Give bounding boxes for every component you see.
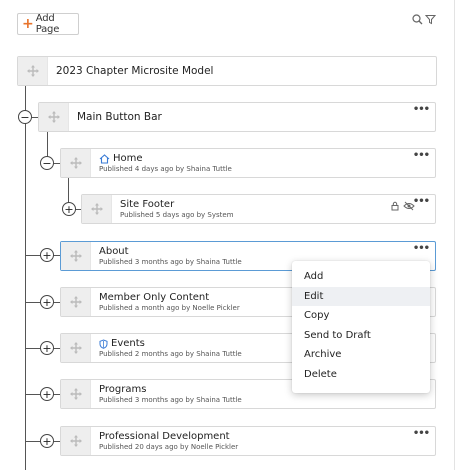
toolbar-icons [412, 14, 436, 25]
expand-toggle-profdev[interactable]: + [40, 434, 54, 448]
expand-toggle-footer[interactable]: + [62, 202, 76, 216]
plus-icon: + [22, 16, 34, 32]
home-icon [99, 153, 110, 164]
panel-divider [454, 0, 455, 470]
move-icon [90, 203, 103, 215]
drag-handle[interactable] [61, 334, 91, 362]
menu-item-archive[interactable]: Archive [292, 345, 430, 365]
node-title: About [99, 246, 129, 257]
node-title: Home [113, 153, 143, 164]
menu-item-add[interactable]: Add [292, 267, 430, 287]
move-icon [69, 250, 82, 262]
menu-item-send-to-draft[interactable]: Send to Draft [292, 326, 430, 346]
node-subtitle: Published 3 months ago by Shaina Tuttle [99, 396, 242, 404]
search-icon[interactable] [412, 14, 423, 25]
node-title: Site Footer [120, 199, 175, 210]
collapse-toggle-home[interactable]: − [40, 156, 54, 170]
lock-icon [391, 201, 399, 211]
node-title: Professional Development [99, 431, 230, 442]
expand-toggle-programs[interactable]: + [40, 387, 54, 401]
context-menu: Add Edit Copy Send to Draft Archive Dele… [292, 261, 430, 393]
drag-handle[interactable] [61, 288, 91, 316]
shield-icon [99, 338, 108, 349]
expand-toggle-about[interactable]: + [40, 248, 54, 262]
move-icon [69, 435, 82, 447]
node-subtitle: Published 20 days ago by Noelle Pickler [99, 443, 239, 451]
move-icon [69, 296, 82, 308]
collapse-toggle-main[interactable]: − [18, 110, 32, 124]
move-icon [69, 388, 82, 400]
more-options-icon[interactable]: ••• [413, 151, 430, 161]
menu-item-edit[interactable]: Edit [292, 286, 430, 306]
tree-line-root [25, 86, 26, 470]
expand-toggle-events[interactable]: + [40, 341, 54, 355]
add-page-button[interactable]: + Add Page [17, 13, 79, 35]
drag-handle[interactable] [39, 103, 69, 131]
tree-node-site-footer[interactable]: Site Footer Published 5 days ago by Syst… [81, 194, 436, 224]
add-page-label: Add Page [35, 13, 60, 35]
tree-node-professional-development[interactable]: Professional Development Published 20 da… [60, 426, 436, 456]
expand-toggle-member[interactable]: + [40, 295, 54, 309]
node-subtitle: Published 4 days ago by Shaina Tuttle [99, 165, 232, 173]
more-options-icon[interactable]: ••• [413, 197, 430, 207]
more-options-icon[interactable]: ••• [413, 105, 430, 115]
tree-node-main-button-bar[interactable]: Main Button Bar ••• [38, 102, 436, 132]
drag-handle[interactable] [18, 57, 48, 85]
node-subtitle: Published 5 days ago by System [120, 211, 234, 219]
move-icon [26, 65, 39, 77]
move-icon [69, 342, 82, 354]
drag-handle[interactable] [61, 427, 91, 455]
move-icon [69, 157, 82, 169]
menu-item-copy[interactable]: Copy [292, 306, 430, 326]
tree-node-root[interactable]: 2023 Chapter Microsite Model [17, 56, 437, 86]
menu-item-delete[interactable]: Delete [292, 365, 430, 385]
drag-handle[interactable] [61, 380, 91, 408]
more-options-icon[interactable]: ••• [413, 244, 430, 254]
node-title: Main Button Bar [77, 111, 162, 123]
node-title: 2023 Chapter Microsite Model [56, 65, 214, 77]
drag-handle[interactable] [61, 242, 91, 270]
drag-handle[interactable] [82, 195, 112, 223]
filter-icon[interactable] [425, 14, 436, 25]
node-title: Events [111, 338, 145, 349]
move-icon [47, 111, 60, 123]
more-options-icon[interactable]: ••• [413, 429, 430, 439]
drag-handle[interactable] [61, 149, 91, 177]
tree-node-home[interactable]: Home Published 4 days ago by Shaina Tutt… [60, 148, 436, 178]
